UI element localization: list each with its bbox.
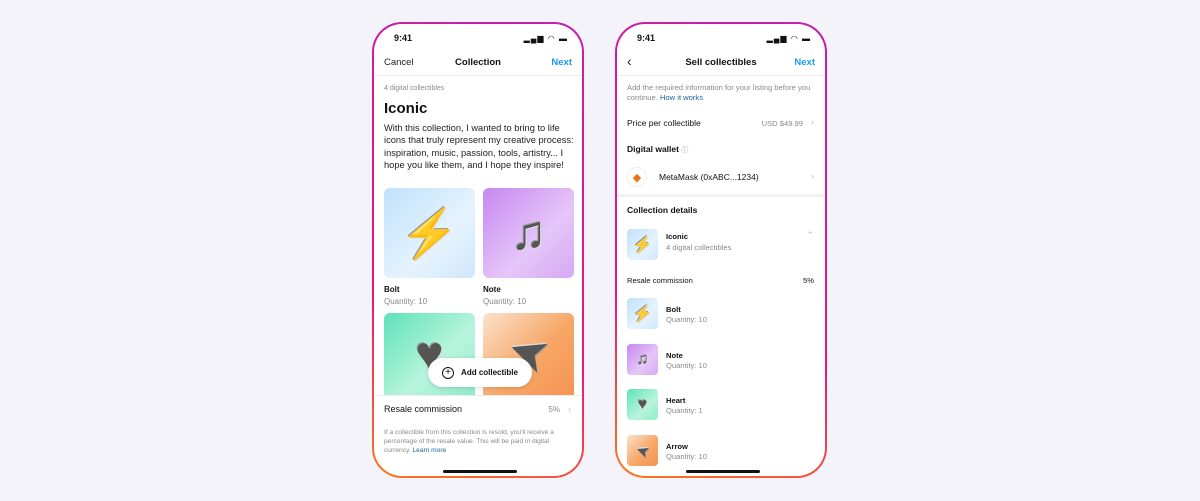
note-tile[interactable]: ♫: [483, 188, 574, 278]
collection-description: With this collection, I wanted to bring …: [384, 123, 574, 170]
status-time: 9:41: [637, 33, 656, 43]
add-collectible-button[interactable]: + Add collectible: [428, 358, 532, 387]
item-name: Note: [483, 285, 501, 294]
item-qty: Quantity: 10: [666, 452, 707, 461]
add-collectible-label: Add collectible: [461, 368, 518, 377]
item-qty: Quantity: 10: [666, 361, 707, 370]
nav-bar: Cancel Collection Next: [374, 54, 582, 76]
chevron-up-icon[interactable]: ⌃: [806, 230, 814, 241]
next-button[interactable]: Next: [551, 57, 572, 68]
item-name: Heart: [666, 396, 686, 405]
section-divider: [617, 194, 825, 197]
item-qty: Quantity: 10: [483, 297, 527, 306]
wallet-row[interactable]: ◆ MetaMask (0xABC...1234) ›: [617, 164, 825, 191]
list-item[interactable]: ♥ Heart Quantity: 1: [617, 389, 825, 422]
bolt-icon: ⚡: [627, 298, 658, 329]
item-name: Note: [666, 351, 683, 360]
collectible-count: 4 digital collectibles: [384, 85, 445, 92]
collection-name: Iconic: [666, 232, 688, 241]
collection-title: Iconic: [384, 100, 428, 117]
resale-footer: If a collectible from this collection is…: [384, 428, 564, 455]
list-item[interactable]: ♫ Note Quantity: 10: [617, 344, 825, 377]
home-indicator: [686, 470, 760, 473]
item-qty: Quantity: 10: [384, 297, 428, 306]
collection-row[interactable]: ⚡ Iconic 4 digital collectibles ⌃: [617, 227, 825, 263]
arrow-icon: ➤: [627, 435, 658, 466]
info-icon[interactable]: ⓘ: [681, 147, 688, 154]
footer-text: If a collectible from this collection is…: [384, 429, 554, 454]
item-qty: Quantity: 10: [666, 315, 707, 324]
learn-more-link[interactable]: Learn more: [412, 447, 446, 454]
wallet-heading-label: Digital wallet: [627, 144, 679, 154]
collection-sub: 4 digital collectibles: [666, 243, 732, 252]
info-text: Add the required information for your li…: [627, 83, 817, 103]
bolt-icon: ⚡: [399, 207, 460, 261]
heart-icon: ♥: [627, 389, 658, 420]
status-icons: ▂▄▆ ◠ ▬: [523, 34, 568, 43]
nav-bar: ‹ Sell collectibles Next: [617, 53, 825, 76]
chevron-right-icon: ›: [811, 117, 814, 127]
plus-circle-icon: +: [442, 366, 455, 379]
resale-value: 5%: [548, 405, 560, 414]
item-name: Bolt: [384, 285, 400, 294]
resale-value: 5%: [803, 276, 814, 285]
chevron-right-icon: ›: [568, 404, 571, 414]
music-note-icon: ♫: [627, 344, 658, 375]
resale-commission-row[interactable]: Resale commission 5% ›: [374, 396, 582, 422]
phone-collection: 9:41 ▂▄▆ ◠ ▬ Cancel Collection Next 4 di…: [372, 22, 584, 478]
chevron-right-icon: ›: [811, 171, 814, 181]
bolt-tile[interactable]: ⚡: [384, 188, 475, 278]
metamask-fox-icon: ◆: [627, 167, 647, 187]
music-note-icon: ♫: [510, 206, 547, 260]
resale-label: Resale commission: [627, 276, 693, 285]
item-name: Bolt: [666, 305, 681, 314]
collection-details-heading: Collection details: [627, 205, 698, 215]
wallet-name: MetaMask (0xABC...1234): [659, 172, 759, 182]
price-label: Price per collectible: [627, 118, 701, 128]
info-label: Add the required information for your li…: [627, 83, 811, 102]
resale-label: Resale commission: [384, 404, 463, 414]
phone-sell: 9:41 ▂▄▆ ◠ ▬ ‹ Sell collectibles Next Ad…: [615, 22, 827, 478]
bolt-icon: ⚡: [627, 229, 658, 260]
list-item[interactable]: ⚡ Bolt Quantity: 10: [617, 298, 825, 331]
price-row[interactable]: Price per collectible USD $49.99 ›: [617, 112, 825, 134]
status-time: 9:41: [394, 33, 413, 43]
list-item[interactable]: ➤ Arrow Quantity: 10: [617, 435, 825, 468]
price-value: USD $49.99: [761, 119, 803, 128]
how-it-works-link[interactable]: How it works: [660, 93, 703, 102]
home-indicator: [443, 470, 517, 473]
next-button[interactable]: Next: [794, 57, 815, 68]
wallet-heading: Digital wallet ⓘ: [627, 144, 688, 155]
item-qty: Quantity: 1: [666, 406, 703, 415]
item-name: Arrow: [666, 442, 688, 451]
status-icons: ▂▄▆ ◠ ▬: [766, 34, 811, 43]
